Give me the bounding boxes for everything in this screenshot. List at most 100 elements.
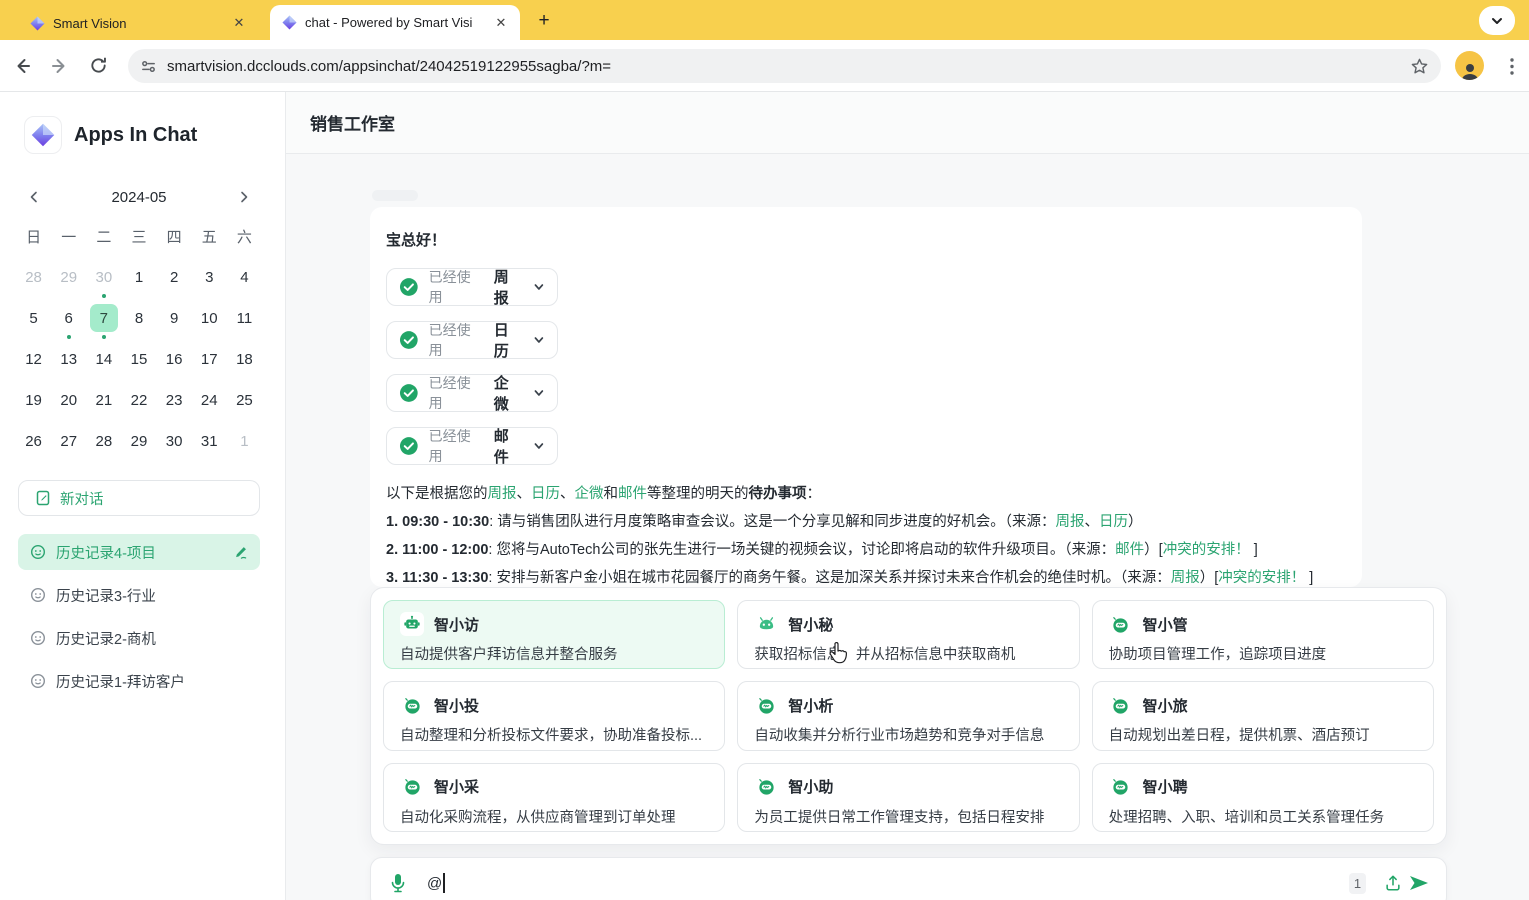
- calendar-day[interactable]: 21: [86, 386, 121, 414]
- calendar-day[interactable]: 4: [227, 263, 262, 291]
- calendar-day[interactable]: 31: [192, 427, 227, 455]
- calendar-day[interactable]: 1: [227, 427, 262, 455]
- source-link[interactable]: 周报: [1171, 570, 1200, 586]
- new-chat-button[interactable]: 新对话: [18, 480, 260, 516]
- close-tab-icon[interactable]: ✕: [492, 14, 510, 32]
- calendar-day[interactable]: 12: [16, 345, 51, 373]
- used-tool-chip-wecom[interactable]: 已经使用 企微: [386, 374, 558, 412]
- used-tool-chip-mail[interactable]: 已经使用 邮件: [386, 427, 558, 465]
- calendar-day[interactable]: 18: [227, 345, 262, 373]
- chevron-down-icon: [533, 387, 545, 399]
- source-link[interactable]: 日历: [1099, 514, 1128, 530]
- calendar-next-icon[interactable]: [232, 185, 256, 209]
- used-tool-chip-calendar[interactable]: 已经使用 日历: [386, 321, 558, 359]
- new-document-icon: [35, 490, 51, 506]
- used-tool-chip-weekly[interactable]: 已经使用 周报: [386, 268, 558, 306]
- tool-link[interactable]: 邮件: [618, 486, 647, 502]
- calendar-day[interactable]: 6: [51, 304, 86, 332]
- agent-card-zhixiaoxi[interactable]: 智小析 自动收集并分析行业市场趋势和竞争对手信息: [737, 681, 1079, 750]
- history-item-label: 历史记录2-商机: [56, 628, 248, 649]
- tab-chat-active[interactable]: chat - Powered by Smart Visi ✕: [270, 5, 520, 40]
- reload-button[interactable]: [82, 50, 114, 82]
- conflict-warning[interactable]: 冲突的安排！: [1218, 570, 1305, 586]
- tool-link[interactable]: 周报: [488, 486, 517, 502]
- conflict-warning[interactable]: 冲突的安排！: [1163, 542, 1250, 558]
- history-item-industry[interactable]: 历史记录3-行业: [18, 577, 260, 613]
- calendar-day-today[interactable]: 7: [86, 304, 121, 332]
- history-item-visit[interactable]: 历史记录1-拜访客户: [18, 663, 260, 699]
- agent-card-zhixiaomi[interactable]: 智小秘 获取招标信息，并从招标信息中获取商机: [737, 600, 1079, 669]
- edit-pencil-icon[interactable]: [233, 545, 248, 560]
- tab-smart-vision[interactable]: Smart Vision ✕: [18, 6, 258, 40]
- calendar-day[interactable]: 3: [192, 263, 227, 291]
- tab-search-button[interactable]: [1479, 6, 1515, 35]
- bookmark-star-icon[interactable]: [1410, 57, 1429, 76]
- calendar-day[interactable]: 2: [157, 263, 192, 291]
- calendar-day[interactable]: 9: [157, 304, 192, 332]
- url-text[interactable]: smartvision.dcclouds.com/appsinchat/2404…: [167, 58, 1410, 75]
- calendar-day[interactable]: 30: [157, 427, 192, 455]
- upload-icon[interactable]: [1380, 870, 1406, 896]
- calendar-day[interactable]: 17: [192, 345, 227, 373]
- agent-card-zhixiaotou[interactable]: 智小投 自动整理和分析投标文件要求，协助准备投标...: [383, 681, 725, 750]
- agent-card-zhixiaocai[interactable]: 智小采 自动化采购流程，从供应商管理到订单处理: [383, 763, 725, 832]
- calendar-day[interactable]: 10: [192, 304, 227, 332]
- new-tab-button[interactable]: +: [532, 9, 556, 33]
- calendar-day[interactable]: 23: [157, 386, 192, 414]
- round-robot-icon: [1109, 775, 1133, 799]
- calendar-day[interactable]: 29: [51, 263, 86, 291]
- message-input-bar[interactable]: @ 1: [370, 857, 1447, 900]
- weekday-label: 一: [51, 222, 86, 250]
- agent-card-zhixiaofang[interactable]: 智小访 自动提供客户拜访信息并整合服务: [383, 600, 725, 669]
- back-button[interactable]: [6, 50, 38, 82]
- calendar-day[interactable]: 25: [227, 386, 262, 414]
- site-settings-icon[interactable]: [140, 58, 157, 75]
- close-tab-icon[interactable]: ✕: [230, 14, 248, 32]
- workspace-header: 销售工作室: [286, 92, 1529, 154]
- calendar-day[interactable]: 22: [121, 386, 156, 414]
- calendar-day[interactable]: 15: [121, 345, 156, 373]
- calendar-prev-icon[interactable]: [22, 185, 46, 209]
- source-link[interactable]: 邮件: [1115, 542, 1144, 558]
- url-bar[interactable]: smartvision.dcclouds.com/appsinchat/2404…: [128, 49, 1441, 83]
- browser-menu-icon[interactable]: [1500, 54, 1524, 78]
- agent-name: 智小访: [434, 614, 479, 635]
- calendar-day[interactable]: 16: [157, 345, 192, 373]
- calendar-day[interactable]: 8: [121, 304, 156, 332]
- weekday-label: 三: [121, 222, 156, 250]
- calendar-day[interactable]: 5: [16, 304, 51, 332]
- send-icon[interactable]: [1406, 870, 1432, 896]
- history-item-opportunity[interactable]: 历史记录2-商机: [18, 620, 260, 656]
- browser-tab-strip: Smart Vision ✕ chat - Powered by Smart V…: [0, 0, 1529, 40]
- profile-avatar[interactable]: [1455, 51, 1484, 80]
- calendar-day[interactable]: 28: [86, 427, 121, 455]
- calendar-day[interactable]: 30: [86, 263, 121, 291]
- sidebar: Apps In Chat 2024-05 日 一 二 三 四 五 六 28: [0, 92, 286, 900]
- calendar-day[interactable]: 14: [86, 345, 121, 373]
- calendar-day[interactable]: 19: [16, 386, 51, 414]
- agent-card-zhixiaolv[interactable]: 智小旅 自动规划出差日程，提供机票、酒店预订: [1092, 681, 1434, 750]
- calendar-day[interactable]: 13: [51, 345, 86, 373]
- todo-item-1: 1. 09:30 - 10:30: 请与销售团队进行月度策略审查会议。这是一个分…: [386, 508, 1346, 536]
- browser-toolbar: smartvision.dcclouds.com/appsinchat/2404…: [0, 40, 1529, 92]
- calendar-day[interactable]: 24: [192, 386, 227, 414]
- agent-card-zhixiaoguan[interactable]: 智小管 协助项目管理工作，追踪项目进度: [1092, 600, 1434, 669]
- calendar-day[interactable]: 28: [16, 263, 51, 291]
- message-input-field[interactable]: @: [427, 873, 1349, 893]
- agent-card-zhixiaopin[interactable]: 智小聘 处理招聘、入职、培训和员工关系管理任务: [1092, 763, 1434, 832]
- calendar-day[interactable]: 29: [121, 427, 156, 455]
- calendar-day[interactable]: 27: [51, 427, 86, 455]
- calendar-day[interactable]: 20: [51, 386, 86, 414]
- microphone-icon[interactable]: [385, 870, 411, 896]
- used-label: 已经使用: [429, 267, 484, 307]
- agent-card-zhixiaozhu[interactable]: 智小助 为员工提供日常工作管理支持，包括日程安排: [737, 763, 1079, 832]
- forward-button[interactable]: [44, 50, 76, 82]
- source-link[interactable]: 周报: [1056, 514, 1085, 530]
- tool-link[interactable]: 企微: [575, 486, 604, 502]
- tool-link[interactable]: 日历: [531, 486, 560, 502]
- calendar-day[interactable]: 26: [16, 427, 51, 455]
- calendar-day[interactable]: 11: [227, 304, 262, 332]
- app-window: Apps In Chat 2024-05 日 一 二 三 四 五 六 28: [0, 92, 1529, 900]
- history-item-project[interactable]: 历史记录4-项目: [18, 534, 260, 570]
- calendar-day[interactable]: 1: [121, 263, 156, 291]
